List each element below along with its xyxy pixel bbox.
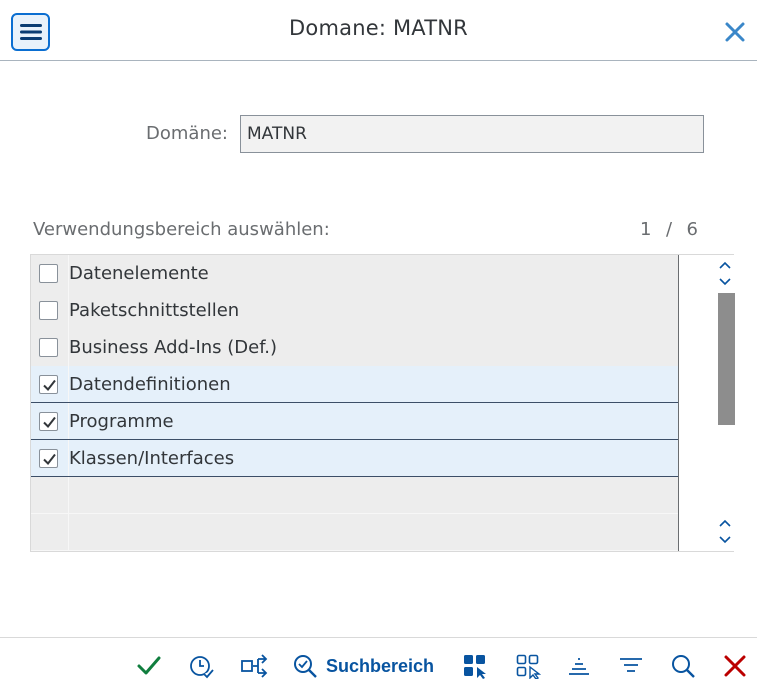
list-item[interactable]: Datendefinitionen [31, 366, 678, 403]
checkbox[interactable] [39, 412, 58, 431]
dialog-header: Domane: MATNR [0, 0, 757, 61]
cancel-icon [724, 655, 746, 677]
clock-history-icon [190, 656, 214, 679]
checkbox[interactable] [39, 338, 58, 357]
list-item[interactable]: Klassen/Interfaces [31, 440, 678, 477]
collapse-button[interactable] [566, 653, 592, 679]
page-total: 6 [686, 219, 699, 240]
list-item-label: Paketschnittstellen [69, 300, 240, 321]
list-item-label: Datenelemente [69, 263, 209, 284]
list-item[interactable]: Business Add-Ins (Def.) [31, 329, 678, 366]
close-icon[interactable] [723, 20, 747, 44]
shuffle-icon [241, 654, 268, 678]
empty-row [31, 514, 678, 551]
list-item-label: Klassen/Interfaces [69, 448, 235, 469]
empty-row [31, 477, 678, 514]
usage-label: Verwendungsbereich auswählen: [33, 219, 330, 240]
list-item[interactable]: Programme [31, 403, 678, 440]
find-button[interactable] [670, 653, 696, 679]
checkbox[interactable] [39, 375, 58, 394]
scrollbar[interactable] [678, 255, 735, 551]
checkbox[interactable] [39, 301, 58, 320]
list-item-label: Datendefinitionen [69, 374, 231, 395]
domain-label: Domäne: [146, 123, 228, 144]
cancel-button[interactable] [722, 653, 748, 679]
search-icon [672, 655, 695, 678]
checkbox-cell [31, 440, 69, 476]
select-all-button[interactable] [462, 653, 488, 679]
scroll-down-icon[interactable] [718, 515, 732, 547]
search-area-icon [294, 655, 317, 678]
dialog-title: Domane: MATNR [289, 16, 468, 40]
footer-toolbar: Suchbereich [0, 637, 757, 691]
checkmark-icon [137, 656, 161, 675]
page-current: 1 [640, 219, 652, 240]
checkbox-cell [31, 477, 69, 513]
filter-icon [620, 658, 642, 672]
history-button[interactable] [188, 653, 214, 679]
search-area-button[interactable]: Suchbereich [292, 653, 434, 679]
filter-button[interactable] [618, 653, 644, 679]
checkbox-cell [31, 403, 69, 439]
scroll-up-icon[interactable] [718, 257, 732, 289]
list-item-label: Business Add-Ins (Def.) [69, 337, 277, 358]
search-area-label: Suchbereich [326, 655, 435, 676]
usage-rows: Datenelemente Paketschnittstellen Business… [31, 255, 678, 551]
deselect-all-icon [516, 654, 541, 679]
select-all-icon [464, 655, 486, 679]
deselect-all-button[interactable] [515, 653, 541, 679]
checkbox-cell [31, 292, 69, 329]
align-center-icon [569, 658, 589, 675]
checkbox-cell [31, 329, 69, 366]
checkbox[interactable] [39, 449, 58, 468]
checkbox-cell [31, 514, 69, 550]
list-item[interactable]: Datenelemente [31, 255, 678, 292]
scroll-thumb[interactable] [718, 293, 735, 425]
checkbox-cell [31, 255, 69, 292]
ok-button[interactable] [136, 653, 162, 679]
usage-list: Datenelemente Paketschnittstellen Business… [30, 254, 735, 552]
domain-field[interactable]: MATNR [240, 115, 704, 153]
page-indicator: 1 / 6 [640, 219, 698, 240]
list-item[interactable]: Paketschnittstellen [31, 292, 678, 329]
shuffle-button[interactable] [240, 653, 268, 679]
checkbox[interactable] [39, 264, 58, 283]
checkbox-cell [31, 366, 69, 402]
page-separator: / [665, 219, 673, 240]
list-item-label: Programme [69, 411, 174, 432]
